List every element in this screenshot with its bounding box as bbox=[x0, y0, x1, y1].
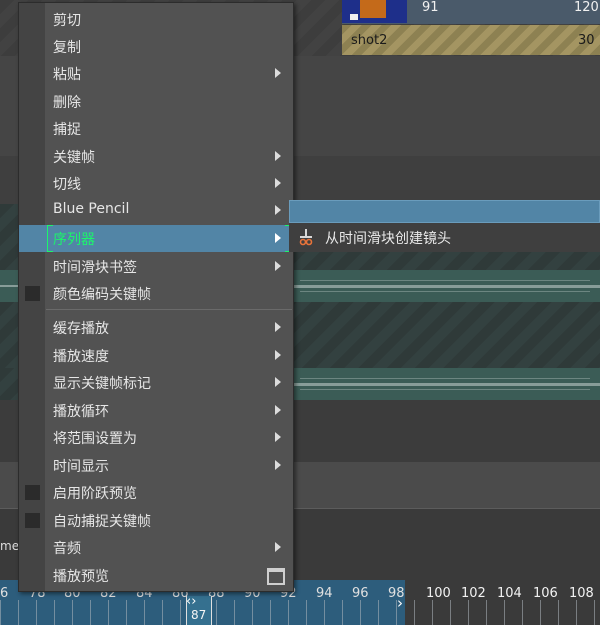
menu-item-sequencer[interactable]: 序列器 bbox=[19, 225, 293, 252]
menu-item-label: 剪切 bbox=[53, 13, 81, 29]
submenu-item-create-shot-from-time-slider[interactable]: 从时间滑块创建镜头 bbox=[325, 228, 451, 248]
menu-item-time-slider-bookmarks[interactable]: 时间滑块书签 bbox=[19, 253, 293, 280]
menu-item-label: 删除 bbox=[53, 95, 81, 111]
submenu-arrow-icon bbox=[275, 377, 281, 387]
submenu-arrow-icon bbox=[275, 542, 281, 552]
range-end-handle-icon[interactable]: › bbox=[397, 594, 403, 612]
shot-end-frame: 120 bbox=[574, 0, 599, 15]
menu-item-label: 复制 bbox=[53, 40, 81, 56]
menu-item-label: 序列器 bbox=[53, 232, 95, 248]
shot-start-frame: 91 bbox=[422, 0, 439, 15]
menu-item-cut[interactable]: 剪切 bbox=[19, 6, 293, 33]
submenu-highlight-strip bbox=[289, 200, 600, 223]
menu-item-cached-playback[interactable]: 缓存播放 bbox=[19, 314, 293, 341]
submenu-arrow-icon bbox=[275, 178, 281, 188]
menu-item-set-range-to[interactable]: 将范围设置为 bbox=[19, 424, 293, 451]
menu-item-auto-snap-keys[interactable]: 自动捕捉关键帧 bbox=[19, 507, 293, 534]
menu-item-label: 显示关键帧标记 bbox=[53, 376, 151, 392]
panel-label-fragment: me bbox=[0, 539, 20, 553]
menu-item-audio[interactable]: 音频 bbox=[19, 534, 293, 561]
shot-thumbnail bbox=[342, 0, 407, 23]
menu-item-blue-pencil[interactable]: Blue Pencil bbox=[19, 197, 293, 224]
menu-item-keyframe[interactable]: 关键帧 bbox=[19, 143, 293, 170]
menu-item-label: 播放速度 bbox=[53, 349, 109, 365]
ruler-tick-label: 100 bbox=[426, 586, 451, 601]
submenu-arrow-icon bbox=[275, 233, 281, 243]
sequencer-submenu: 从时间滑块创建镜头 bbox=[289, 200, 600, 252]
shot-end-frame: 30 bbox=[578, 33, 595, 48]
submenu-arrow-icon bbox=[275, 151, 281, 161]
option-box-icon[interactable] bbox=[267, 568, 285, 585]
submenu-arrow-icon bbox=[275, 322, 281, 332]
ruler-tick-label: 108 bbox=[569, 586, 594, 601]
menu-item-label: 音频 bbox=[53, 541, 81, 557]
ruler-tick-label: 6 bbox=[0, 586, 9, 601]
shot-clip-2[interactable]: shot2 30 bbox=[342, 25, 600, 55]
menu-item-snap[interactable]: 捕捉 bbox=[19, 115, 293, 142]
menu-item-label: 颜色编码关键帧 bbox=[53, 287, 151, 303]
checkbox[interactable] bbox=[25, 513, 40, 528]
menu-item-paste[interactable]: 粘贴 bbox=[19, 60, 293, 87]
menu-item-label: 缓存播放 bbox=[53, 321, 109, 337]
submenu-arrow-icon bbox=[275, 68, 281, 78]
menu-separator bbox=[46, 309, 292, 310]
menu-item-label: 时间显示 bbox=[53, 459, 109, 475]
ruler-tick-label: 102 bbox=[461, 586, 486, 601]
time-slider-context-menu: 剪切 复制 粘贴 删除 捕捉 关键帧 切线 Blue Pencil 序列器 时间… bbox=[18, 2, 294, 592]
menu-item-copy[interactable]: 复制 bbox=[19, 33, 293, 60]
submenu-arrow-icon bbox=[275, 350, 281, 360]
menu-item-show-key-ticks[interactable]: 显示关键帧标记 bbox=[19, 369, 293, 396]
scrub-handle-icon[interactable]: ‹› bbox=[186, 594, 196, 609]
menu-item-tangents[interactable]: 切线 bbox=[19, 170, 293, 197]
menu-item-label: 自动捕捉关键帧 bbox=[53, 514, 151, 530]
submenu-arrow-icon bbox=[275, 460, 281, 470]
checkbox[interactable] bbox=[25, 485, 40, 500]
menu-item-label: Blue Pencil bbox=[53, 201, 130, 217]
audio-track-2 bbox=[292, 368, 600, 400]
menu-item-label: 时间滑块书签 bbox=[53, 260, 137, 276]
menu-item-playblast[interactable]: 播放预览 bbox=[19, 562, 293, 589]
current-frame-label: 87 bbox=[191, 608, 207, 622]
submenu-arrow-icon bbox=[275, 432, 281, 442]
menu-item-label: 捕捉 bbox=[53, 122, 81, 138]
menu-item-label: 将范围设置为 bbox=[53, 431, 137, 447]
menu-item-delete[interactable]: 删除 bbox=[19, 88, 293, 115]
menu-item-label: 关键帧 bbox=[53, 150, 95, 166]
menu-item-label: 切线 bbox=[53, 177, 81, 193]
menu-item-time-display[interactable]: 时间显示 bbox=[19, 452, 293, 479]
submenu-arrow-icon bbox=[275, 205, 281, 215]
menu-item-enable-stepped-preview[interactable]: 启用阶跃预览 bbox=[19, 479, 293, 506]
submenu-arrow-icon bbox=[275, 261, 281, 271]
checkbox[interactable] bbox=[25, 286, 40, 301]
ruler-tick-label: 106 bbox=[533, 586, 558, 601]
ruler-ticks bbox=[0, 600, 600, 625]
menu-item-playback-looping[interactable]: 播放循环 bbox=[19, 397, 293, 424]
menu-item-label: 启用阶跃预览 bbox=[53, 486, 137, 502]
menu-item-playback-speed[interactable]: 播放速度 bbox=[19, 342, 293, 369]
menu-item-label: 播放循环 bbox=[53, 404, 109, 420]
shot-clip-1[interactable]: 91 120 bbox=[342, 0, 600, 24]
scissors-icon bbox=[299, 229, 313, 246]
ruler-tick-label: 96 bbox=[352, 586, 369, 601]
submenu-arrow-icon bbox=[275, 405, 281, 415]
menu-item-color-coded-keys[interactable]: 颜色编码关键帧 bbox=[19, 280, 293, 307]
menu-item-label: 粘贴 bbox=[53, 67, 81, 83]
ruler-tick-label: 94 bbox=[316, 586, 333, 601]
ruler-tick-label: 104 bbox=[497, 586, 522, 601]
shot-name: shot2 bbox=[351, 33, 388, 48]
menu-item-label: 播放预览 bbox=[53, 569, 109, 585]
